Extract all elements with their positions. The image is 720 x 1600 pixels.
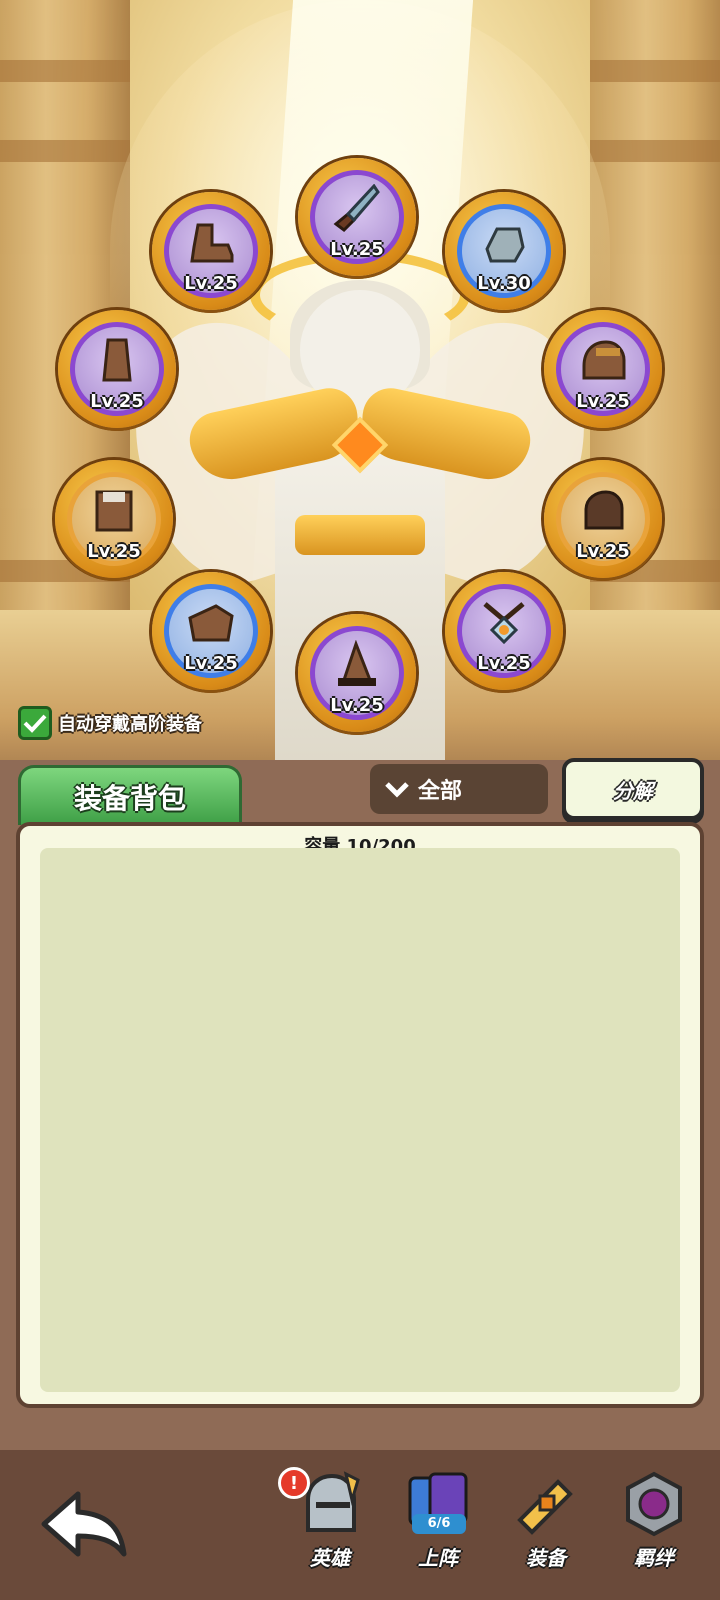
bond-icon: [620, 1470, 688, 1538]
tab-label: 装备背包: [73, 781, 186, 815]
nav-label: 英雄: [310, 1546, 350, 1570]
slot-level: Lv.25: [576, 541, 630, 562]
alert-badge: !: [278, 1467, 310, 1499]
decompose-label: 分解: [613, 778, 653, 803]
helmet-icon: [574, 334, 632, 388]
slot-level: Lv.25: [330, 695, 384, 716]
hat-icon: [328, 638, 386, 692]
nav-formation[interactable]: 6/6 上阵: [390, 1470, 486, 1588]
tab-equipment-bag[interactable]: 装备背包: [18, 765, 242, 825]
equip-slot-boots[interactable]: Lv.25: [152, 192, 270, 310]
decompose-button[interactable]: 分解: [562, 758, 704, 820]
equip-slot-chestplate[interactable]: Lv.25: [55, 460, 173, 578]
back-arrow-icon: [41, 1491, 127, 1557]
equip-slot-greaves[interactable]: Lv.25: [152, 572, 270, 690]
slot-level: Lv.30: [477, 273, 531, 294]
slot-level: Lv.25: [576, 391, 630, 412]
auto-equip-toggle[interactable]: 自动穿戴高阶装备: [18, 706, 202, 740]
equip-slot-bracer[interactable]: Lv.30: [445, 192, 563, 310]
nav-label: 羁绊: [634, 1546, 674, 1570]
nav-bonds[interactable]: 羁绊: [606, 1470, 702, 1588]
slot-level: Lv.25: [477, 653, 531, 674]
filter-label: 全部: [418, 779, 463, 804]
bag-container: 容量 10/200: [16, 822, 704, 1408]
gauntlet-icon: [88, 334, 146, 388]
nav-label: 上阵: [418, 1546, 458, 1570]
chestplate-icon: [85, 484, 143, 538]
equipment-icon: [512, 1470, 580, 1538]
slot-level: Lv.25: [184, 273, 238, 294]
bottom-nav: 英雄 ! 6/6 上阵 装备 羁绊: [0, 1450, 720, 1600]
formation-count: 6/6: [412, 1514, 466, 1534]
greaves-icon: [182, 596, 240, 650]
nav-equipment[interactable]: 装备: [498, 1470, 594, 1588]
nav-label: 装备: [526, 1546, 566, 1570]
amulet-icon: [475, 596, 533, 650]
equip-slot-amulet[interactable]: Lv.25: [445, 572, 563, 690]
bracer-icon: [475, 216, 533, 270]
slot-level: Lv.25: [90, 391, 144, 412]
auto-equip-label: 自动穿戴高阶装备: [58, 714, 202, 735]
glove-icon: [574, 484, 632, 538]
equip-slot-dagger[interactable]: Lv.25: [298, 158, 416, 276]
back-button[interactable]: [38, 1490, 130, 1560]
slot-level: Lv.25: [87, 541, 141, 562]
chevron-down-icon: [385, 782, 409, 798]
equip-slot-helmet[interactable]: Lv.25: [544, 310, 662, 428]
equip-slot-gauntlet[interactable]: Lv.25: [58, 310, 176, 428]
bag-grid[interactable]: [40, 848, 680, 1392]
slot-level: Lv.25: [184, 653, 238, 674]
equip-slot-hat[interactable]: Lv.25: [298, 614, 416, 732]
equip-slot-glove[interactable]: Lv.25: [544, 460, 662, 578]
slot-level: Lv.25: [330, 239, 384, 260]
dagger-icon: [328, 182, 386, 236]
checkbox-checked-icon[interactable]: [18, 706, 52, 740]
filter-dropdown[interactable]: 全部: [370, 764, 548, 814]
cards-icon: 6/6: [404, 1470, 472, 1538]
boots-icon: [182, 216, 240, 270]
